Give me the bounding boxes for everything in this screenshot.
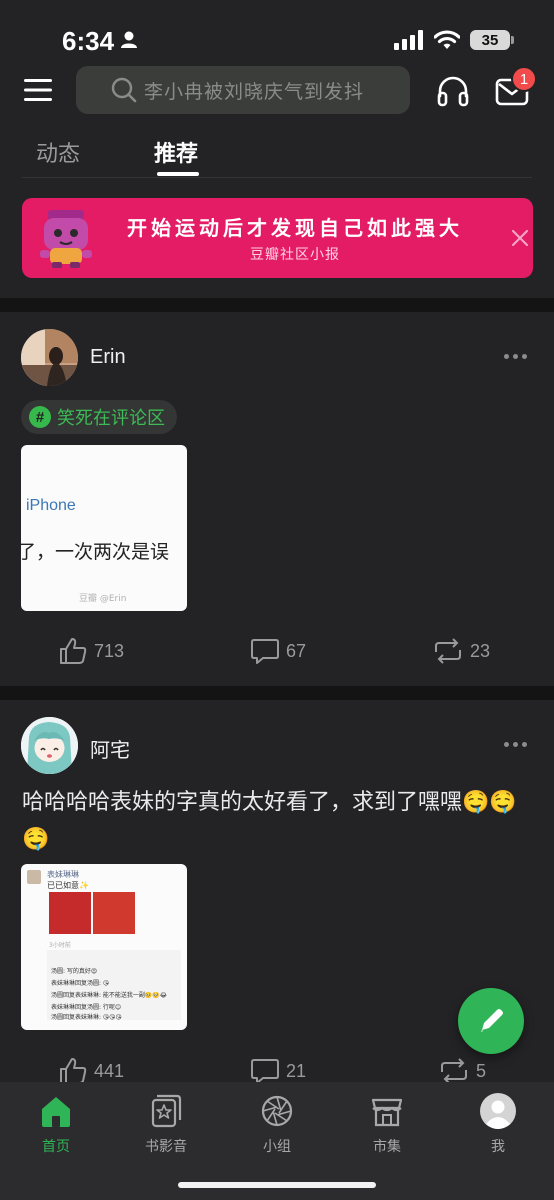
book-film-music-icon: [151, 1094, 182, 1128]
image-watermark: 豆瓣 @Erin: [79, 594, 127, 604]
post-image[interactable]: iPhone 了，一次两次是误 豆瓣 @Erin: [21, 445, 187, 611]
nav-group[interactable]: 小组: [237, 1092, 317, 1156]
close-icon[interactable]: [510, 228, 530, 248]
nav-market[interactable]: 市集: [347, 1092, 427, 1156]
pen-icon: [481, 1009, 503, 1032]
reshare-count: 5: [476, 1060, 487, 1081]
tab-recommend[interactable]: 推荐: [154, 136, 198, 168]
thumbs-up-icon: [60, 638, 87, 664]
compose-button[interactable]: [458, 988, 524, 1054]
nav-profile[interactable]: 我: [458, 1092, 538, 1156]
nav-profile-label: 我: [491, 1139, 505, 1155]
home-icon: [42, 1097, 70, 1127]
image-header-sub: 已已如意✨: [47, 881, 89, 890]
image-mini-avatar: [27, 870, 41, 884]
image-comment: 表妹琳琳回复汤圆: 😘: [51, 980, 110, 987]
person-icon: [121, 31, 137, 48]
like-count: 441: [94, 1060, 125, 1081]
avatar[interactable]: [21, 329, 78, 386]
section-divider: [0, 686, 554, 700]
nav-market-label: 市集: [373, 1139, 401, 1155]
section-divider: [0, 298, 554, 312]
image-header-name: 表妹琳琳: [47, 870, 79, 879]
banner-title: 开始运动后才发现自己如此强大: [127, 216, 463, 240]
topic-tag-label: 笑死在评论区: [57, 408, 165, 429]
headphones-icon[interactable]: [436, 74, 470, 108]
avatar[interactable]: [21, 717, 78, 774]
image-text-caption: 了，一次两次是误: [21, 541, 170, 563]
reshare-count: 23: [470, 640, 491, 661]
comment-icon: [251, 639, 279, 664]
nav-book-film-music[interactable]: 书影音: [126, 1092, 206, 1156]
top-bar: 李小冉被刘晓庆气到发抖 1: [0, 66, 554, 116]
market-icon: [371, 1098, 403, 1127]
active-tab-indicator: [157, 172, 199, 176]
reshare-icon: [435, 638, 461, 664]
image-red-paper-2: [93, 892, 135, 934]
feed-post[interactable]: Erin # 笑死在评论区 iPhone 了，一次两次是误 豆瓣 @Erin 7…: [0, 312, 554, 686]
more-options-icon[interactable]: [504, 742, 528, 750]
hamburger-menu-icon[interactable]: [24, 77, 52, 103]
post-author[interactable]: 阿宅: [90, 734, 130, 763]
home-indicator: [178, 1182, 376, 1188]
battery-level: 35: [481, 31, 499, 49]
status-bar: 6:34 35: [0, 0, 554, 64]
promo-banner[interactable]: 开始运动后才发现自己如此强大 豆瓣社区小报: [22, 198, 533, 278]
status-indicators: 35: [394, 30, 514, 50]
image-comment-box: 汤圆: 写的真好😍 表妹琳琳回复汤圆: 😘 汤圆回复表妹琳琳: 能不能送我一副🥺…: [47, 950, 181, 1021]
reshare-button[interactable]: 23: [432, 636, 490, 666]
nav-group-label: 小组: [263, 1139, 291, 1155]
wifi-icon: [434, 30, 460, 49]
comment-count: 67: [286, 640, 307, 661]
nav-home[interactable]: 首页: [16, 1092, 96, 1156]
image-red-paper-1: [49, 892, 91, 934]
like-button[interactable]: 713: [58, 636, 124, 666]
hashtag-icon: #: [29, 406, 51, 428]
feed-tabs: 动态 推荐: [0, 126, 554, 178]
image-comment: 汤圆回复表妹琳琳: 能不能送我一副🥺🥺😂: [51, 992, 167, 999]
search-icon: [111, 77, 137, 103]
post-author[interactable]: Erin: [90, 346, 126, 369]
image-comment: 表妹琳琳回复汤圆: 行呢😊: [51, 1004, 122, 1011]
post-image[interactable]: 表妹琳琳 已已如意✨ 3小时前 汤圆: 写的真好😍 表妹琳琳回复汤圆: 😘 汤圆…: [21, 864, 187, 1030]
mascot-icon: [40, 210, 92, 268]
search-input[interactable]: 李小冉被刘晓庆气到发抖: [76, 66, 410, 114]
topic-tag[interactable]: # 笑死在评论区: [21, 400, 177, 434]
profile-icon: [480, 1093, 516, 1129]
image-time: 3小时前: [49, 942, 71, 949]
tab-dynamic[interactable]: 动态: [36, 136, 80, 168]
image-comment: 汤圆: 写的真好😍: [51, 968, 98, 975]
nav-home-label: 首页: [42, 1139, 70, 1155]
more-options-icon[interactable]: [504, 354, 528, 362]
comment-button[interactable]: 67: [250, 636, 306, 666]
like-count: 713: [94, 640, 125, 661]
nav-book-film-music-label: 书影音: [145, 1139, 187, 1155]
group-icon: [261, 1095, 293, 1127]
post-text[interactable]: 哈哈哈哈表妹的字真的太好看了，求到了嘿嘿🤤🤤🤤: [22, 784, 534, 858]
comment-count: 21: [286, 1060, 307, 1081]
tabs-divider: [22, 177, 532, 178]
signal-icon: [394, 30, 423, 50]
banner-subtitle: 豆瓣社区小报: [250, 247, 340, 263]
image-comment: 汤圆回复表妹琳琳: 😘😘😘: [51, 1014, 122, 1021]
search-placeholder: 李小冉被刘晓庆气到发抖: [144, 80, 365, 103]
battery-indicator: 35: [470, 30, 514, 50]
status-time: 6:34: [62, 26, 115, 56]
image-text-iphone: iPhone: [26, 497, 76, 514]
mail-unread-badge: 1: [511, 66, 537, 92]
